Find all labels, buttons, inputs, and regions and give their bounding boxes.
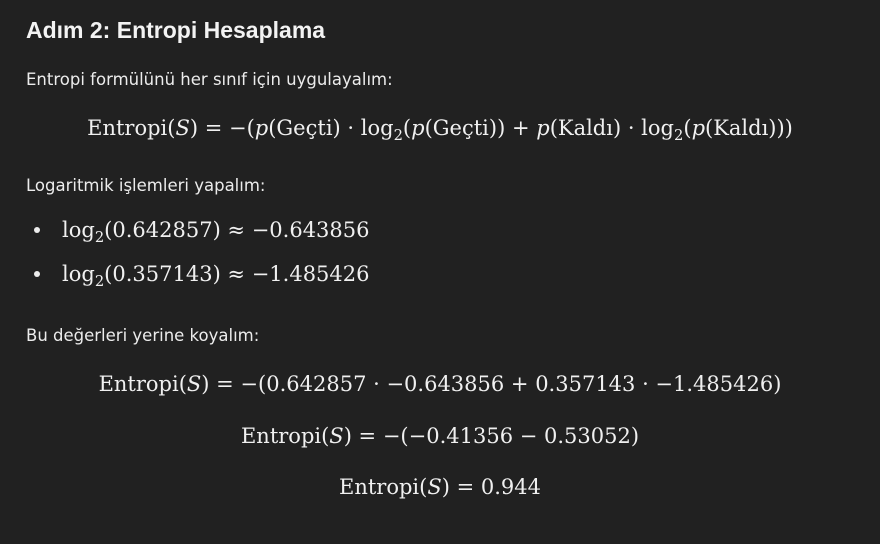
log-base: 2: [94, 273, 105, 291]
bullet-icon: [34, 226, 40, 233]
formula-sub: 2: [674, 127, 684, 145]
formula-kaldi: (Kaldı))): [705, 116, 793, 140]
equation-result: Entropi(S) = 0.944: [0, 475, 880, 499]
step-post: ) = −(−0.41356 − 0.53052): [343, 424, 640, 448]
formula-mid: ) = −(: [189, 116, 255, 140]
step-s: S: [427, 475, 442, 499]
step-s: S: [186, 372, 202, 396]
formula-p: p: [536, 116, 550, 140]
section-heading: Adım 2: Entropi Hesaplama: [26, 17, 326, 43]
formula-gecti: (Geçti) · log: [268, 116, 394, 140]
formula-kaldi: (Kaldı) · log: [549, 116, 674, 140]
log-expr: (0.357143) ≈ −1.485426: [104, 262, 370, 286]
formula-p: p: [411, 116, 425, 140]
formula-p: p: [691, 116, 706, 140]
formula-lhs: Entropi(: [87, 116, 176, 140]
formula-open: (: [402, 116, 412, 140]
substitute-intro-text: Bu değerleri yerine koyalım:: [26, 326, 260, 345]
equation-step: Entropi(S) = −(0.642857 · −0.643856 + 0.…: [0, 372, 880, 396]
step-pre: Entropi(: [240, 424, 330, 448]
step-post: ) = −(0.642857 · −0.643856 + 0.357143 · …: [201, 372, 782, 396]
log-fn: log: [62, 218, 95, 242]
step-s: S: [329, 424, 344, 448]
equation-step: Entropi(S) = −(−0.41356 − 0.53052): [0, 424, 880, 448]
log-base: 2: [94, 229, 105, 247]
log-intro-text: Logaritmik işlemleri yapalım:: [26, 176, 266, 195]
step-pre: Entropi(: [339, 475, 428, 499]
formula-sub: 2: [393, 127, 403, 145]
formula-p: p: [254, 116, 269, 140]
list-item: log2(0.642857) ≈ −0.643856: [34, 218, 370, 245]
list-item: log2(0.357143) ≈ −1.485426: [34, 262, 370, 289]
step-post: ) = 0.944: [441, 475, 541, 499]
formula-gecti: (Geçti)) +: [424, 116, 537, 140]
step-pre: Entropi(: [98, 372, 187, 396]
bullet-icon: [34, 270, 40, 277]
formula-s: S: [175, 116, 190, 140]
log-fn: log: [62, 262, 95, 286]
log-expr: (0.642857) ≈ −0.643856: [104, 218, 370, 242]
formula-open: (: [683, 116, 692, 140]
intro-text: Entropi formülünü her sınıf için uygulay…: [26, 70, 393, 89]
entropy-formula: Entropi(S) = −(p(Geçti) · log2(p(Geçti))…: [0, 116, 880, 143]
content-page: Adım 2: Entropi Hesaplama Entropi formül…: [0, 0, 880, 544]
